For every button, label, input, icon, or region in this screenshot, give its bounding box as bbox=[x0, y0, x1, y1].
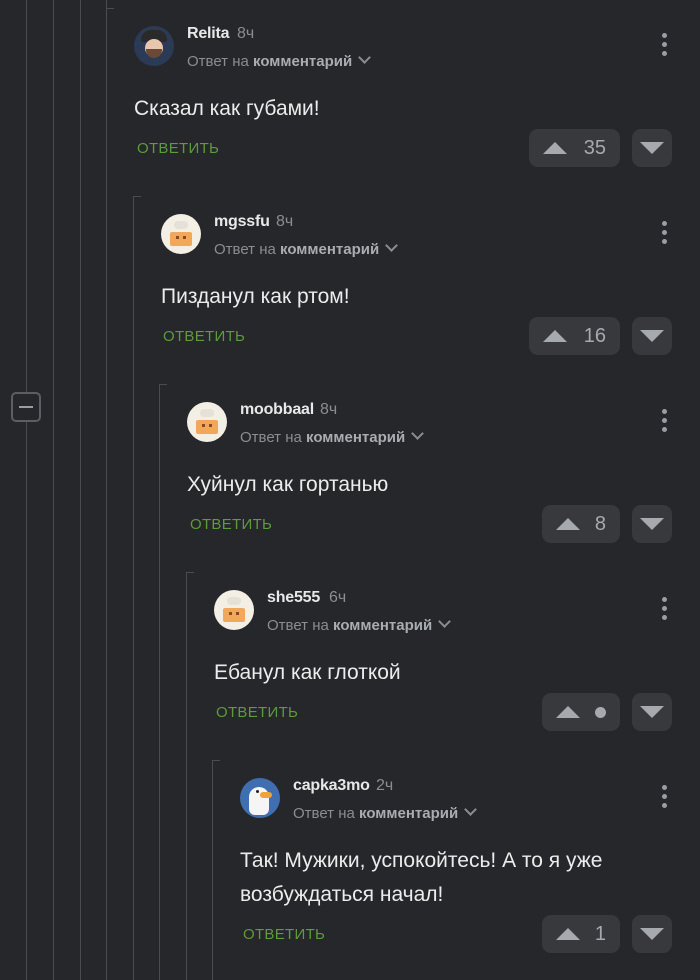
reply-button[interactable]: ОТВЕТИТЬ bbox=[216, 704, 298, 721]
downvote-icon bbox=[640, 330, 664, 342]
comment-text: Сказал как губами! bbox=[134, 97, 320, 120]
thread-line bbox=[159, 384, 160, 980]
reply-to-link[interactable]: Ответ на комментарий bbox=[293, 803, 478, 822]
more-options-icon[interactable] bbox=[662, 785, 668, 811]
upvote-icon bbox=[556, 518, 580, 530]
upvote-button[interactable]: 8 bbox=[542, 505, 620, 543]
chevron-down-icon bbox=[411, 427, 425, 440]
reply-to-link[interactable]: Ответ на комментарий bbox=[187, 51, 372, 70]
comment-text: Пизданул как ртом! bbox=[161, 285, 350, 308]
default-avatar[interactable] bbox=[161, 214, 201, 254]
more-options-icon[interactable] bbox=[662, 221, 668, 247]
comment-text: Ебанул как глоткой bbox=[214, 661, 401, 684]
thread-branch bbox=[159, 384, 167, 385]
comment-time: 8ч bbox=[320, 401, 338, 418]
reply-to-link[interactable]: Ответ на комментарий bbox=[240, 427, 425, 446]
upvote-icon bbox=[556, 928, 580, 940]
thread-line bbox=[80, 0, 81, 980]
default-avatar[interactable] bbox=[214, 590, 254, 630]
thread-line bbox=[26, 422, 27, 980]
comment-time: 8ч bbox=[237, 25, 255, 42]
more-options-icon[interactable] bbox=[662, 33, 668, 59]
more-options-icon[interactable] bbox=[662, 597, 668, 623]
downvote-icon bbox=[640, 518, 664, 530]
comment-time: 2ч bbox=[376, 777, 394, 794]
thread-line bbox=[106, 0, 107, 980]
vote-count: 35 bbox=[583, 137, 606, 159]
thread-branch bbox=[212, 760, 220, 761]
comment-time: 8ч bbox=[276, 213, 294, 230]
downvote-button[interactable] bbox=[632, 915, 672, 953]
reply-to-link[interactable]: Ответ на комментарий bbox=[267, 615, 452, 634]
downvote-button[interactable] bbox=[632, 505, 672, 543]
downvote-button[interactable] bbox=[632, 317, 672, 355]
downvote-button[interactable] bbox=[632, 129, 672, 167]
chevron-down-icon bbox=[464, 803, 478, 816]
vote-count: 8 bbox=[594, 513, 606, 535]
username[interactable]: mgssfu bbox=[214, 213, 270, 231]
comment-text-line: возбуждаться начал! bbox=[240, 883, 444, 906]
collapse-thread-icon[interactable] bbox=[11, 392, 41, 422]
downvote-icon bbox=[640, 142, 664, 154]
thread-branch bbox=[186, 572, 194, 573]
reply-button[interactable]: ОТВЕТИТЬ bbox=[190, 516, 272, 533]
downvote-icon bbox=[640, 928, 664, 940]
vote-count: 1 bbox=[594, 923, 606, 945]
vote-count: 16 bbox=[583, 325, 606, 347]
upvote-button[interactable]: 16 bbox=[529, 317, 620, 355]
thread-line bbox=[186, 572, 187, 980]
downvote-button[interactable] bbox=[632, 693, 672, 731]
upvote-icon bbox=[543, 142, 567, 154]
chevron-down-icon bbox=[358, 51, 372, 64]
more-options-icon[interactable] bbox=[662, 409, 668, 435]
comment-text-line: Так! Мужики, успокойтесь! А то я уже bbox=[240, 849, 603, 872]
comment-text: Так! Мужики, успокойтесь! А то я уже воз… bbox=[240, 844, 602, 912]
thread-branch bbox=[106, 8, 114, 9]
user-photo-avatar[interactable] bbox=[134, 26, 174, 66]
upvote-icon bbox=[543, 330, 567, 342]
thread-line bbox=[212, 760, 213, 980]
comment-text: Хуйнул как гортанью bbox=[187, 473, 389, 496]
thread-line bbox=[133, 196, 134, 980]
upvote-button[interactable] bbox=[542, 693, 620, 731]
thread-line bbox=[26, 0, 27, 392]
comment-time: 6ч bbox=[329, 589, 347, 606]
username[interactable]: Relita bbox=[187, 25, 230, 43]
chevron-down-icon bbox=[438, 615, 452, 628]
username[interactable]: she555 bbox=[267, 589, 320, 607]
reply-button[interactable]: ОТВЕТИТЬ bbox=[137, 140, 219, 157]
default-avatar[interactable] bbox=[187, 402, 227, 442]
hidden-rating-icon bbox=[595, 707, 606, 718]
reply-button[interactable]: ОТВЕТИТЬ bbox=[243, 926, 325, 943]
reply-button[interactable]: ОТВЕТИТЬ bbox=[163, 328, 245, 345]
downvote-icon bbox=[640, 706, 664, 718]
thread-line bbox=[53, 0, 54, 980]
username[interactable]: capka3mo bbox=[293, 777, 370, 795]
upvote-button[interactable]: 1 bbox=[542, 915, 620, 953]
upvote-icon bbox=[556, 706, 580, 718]
reply-to-link[interactable]: Ответ на комментарий bbox=[214, 239, 399, 258]
chevron-down-icon bbox=[385, 239, 399, 252]
thread-branch bbox=[133, 196, 141, 197]
upvote-button[interactable]: 35 bbox=[529, 129, 620, 167]
goose-avatar[interactable] bbox=[240, 778, 280, 818]
username[interactable]: moobbaal bbox=[240, 401, 314, 419]
